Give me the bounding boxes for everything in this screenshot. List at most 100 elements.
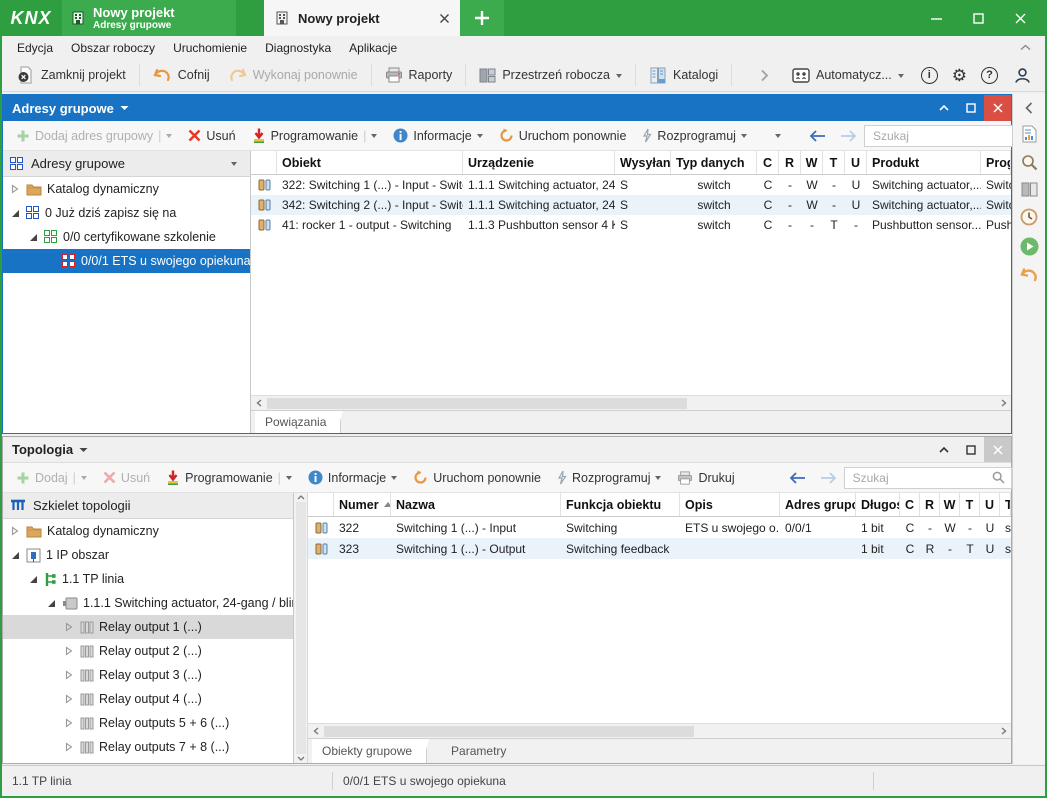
minimize-button[interactable]	[917, 3, 955, 33]
print-button[interactable]: Drukuj	[670, 466, 741, 490]
info-dropdown-button[interactable]: Informacje	[301, 466, 404, 490]
history-forward-button[interactable]	[834, 124, 862, 148]
collapse-ribbon-icon[interactable]	[1020, 44, 1031, 51]
col-t[interactable]: T	[823, 151, 845, 174]
new-tab-button[interactable]	[460, 0, 504, 36]
tree-item-relay-outputs-7-8[interactable]: Relay outputs 7 + 8 (...)	[3, 735, 293, 759]
col-dlugosc[interactable]: Długoś	[856, 493, 900, 516]
scrollbar-thumb[interactable]	[296, 502, 306, 754]
panel-collapse-button[interactable]	[930, 95, 957, 121]
active-workspace-tab[interactable]: Nowy projekt	[264, 0, 460, 36]
tree-item-switching-actuator[interactable]: 1.1.1 Switching actuator, 24-gang / blin…	[3, 591, 293, 615]
topology-panel-header[interactable]: Topologia	[3, 437, 1011, 463]
close-tab-icon[interactable]	[439, 13, 450, 24]
scroll-down-arrow[interactable]	[297, 756, 305, 761]
scroll-right-arrow[interactable]	[996, 724, 1011, 738]
tree-item-relay-outputs-9-10[interactable]: Relay outputs 9 + 10 (...)	[3, 759, 293, 763]
scroll-left-arrow[interactable]	[251, 396, 266, 410]
undo-curve-icon[interactable]	[1020, 267, 1039, 282]
tree-item-katalog-dynamiczny[interactable]: Katalog dynamiczny	[3, 519, 293, 543]
tree-item-tp-line[interactable]: 1.1 TP linia	[3, 567, 293, 591]
programming-button[interactable]: Programowanie |	[245, 124, 385, 148]
col-typ-danych[interactable]: Typ danych	[671, 151, 757, 174]
expand-sidebar-icon[interactable]	[1025, 102, 1033, 114]
col-opis[interactable]: Opis	[680, 493, 780, 516]
topology-tree-header[interactable]: Szkielet topologii	[3, 493, 293, 519]
expand-collapsed-icon[interactable]	[63, 718, 75, 728]
scroll-up-arrow[interactable]	[297, 495, 305, 500]
catalogs-button[interactable]: Katalogi	[640, 62, 727, 88]
tree-item-relay-output-3[interactable]: Relay output 3 (...)	[3, 663, 293, 687]
group-tree-header[interactable]: Adresy grupowe	[3, 151, 250, 177]
expand-collapsed-icon[interactable]	[9, 526, 21, 536]
col-c[interactable]: C	[757, 151, 779, 174]
tree-item-relay-output-4[interactable]: Relay output 4 (...)	[3, 687, 293, 711]
expand-collapsed-icon[interactable]	[63, 670, 75, 680]
col-t[interactable]: T	[960, 493, 980, 516]
col-u[interactable]: U	[980, 493, 1000, 516]
menu-diagnostyka[interactable]: Diagnostyka	[256, 41, 340, 55]
expand-collapsed-icon[interactable]	[63, 646, 75, 656]
col-program[interactable]: Progra	[981, 151, 1011, 174]
restart-button[interactable]: Uruchom ponownie	[406, 466, 548, 490]
col-w[interactable]: W	[940, 493, 960, 516]
maximize-button[interactable]	[959, 3, 997, 33]
col-nazwa[interactable]: Nazwa	[391, 493, 561, 516]
col-produkt[interactable]: Produkt	[867, 151, 981, 174]
add-group-address-button[interactable]: Dodaj adres grupowy |	[9, 124, 179, 148]
more-actions-dropdown[interactable]	[768, 124, 788, 148]
menu-obszar-roboczy[interactable]: Obszar roboczy	[62, 41, 164, 55]
expand-expanded-icon[interactable]	[45, 599, 57, 608]
reports-button[interactable]: Raporty	[376, 62, 462, 88]
expand-collapsed-icon[interactable]	[9, 184, 21, 194]
unload-button[interactable]: Rozprogramuj	[550, 466, 669, 490]
horizontal-scrollbar[interactable]	[251, 395, 1011, 410]
tree-item-middle-group[interactable]: 0/0 certyfikowane szkolenie	[3, 225, 250, 249]
tab-obiekty-grupowe[interactable]: Obiekty grupowe	[312, 739, 427, 763]
scroll-left-arrow[interactable]	[308, 724, 323, 738]
menu-uruchomienie[interactable]: Uruchomienie	[164, 41, 256, 55]
col-w[interactable]: W	[801, 151, 823, 174]
table-row[interactable]: 323 Switching 1 (...) - Output Switching…	[308, 538, 1011, 559]
panel-close-button[interactable]	[984, 95, 1011, 121]
programming-button[interactable]: Programowanie |	[159, 466, 299, 490]
tree-item-relay-output-1[interactable]: Relay output 1 (...)	[3, 615, 293, 639]
tree-vertical-scrollbar[interactable]	[294, 493, 308, 763]
tree-item-relay-output-2[interactable]: Relay output 2 (...)	[3, 639, 293, 663]
tree-item-relay-outputs-5-6[interactable]: Relay outputs 5 + 6 (...)	[3, 711, 293, 735]
report-chart-icon[interactable]	[1021, 125, 1038, 143]
topology-search-input[interactable]	[851, 470, 988, 486]
horizontal-scrollbar[interactable]	[308, 723, 1011, 738]
expand-expanded-icon[interactable]	[27, 575, 39, 584]
panel-maximize-button[interactable]	[957, 437, 984, 462]
menu-edycja[interactable]: Edycja	[8, 41, 62, 55]
bus-connection-button[interactable]: Automatycz...	[783, 62, 913, 88]
expand-collapsed-icon[interactable]	[63, 694, 75, 704]
workspace-button[interactable]: Przestrzeń robocza	[470, 62, 631, 88]
table-row[interactable]: 322 Switching 1 (...) - Input Switching …	[308, 517, 1011, 538]
table-row[interactable]: 41: rocker 1 - output - Switching 1.1.3 …	[251, 215, 1011, 235]
chevron-right-icon[interactable]	[760, 69, 769, 82]
redo-button[interactable]: Wykonaj ponownie	[219, 62, 367, 88]
undo-button[interactable]: Cofnij	[144, 62, 219, 88]
panel-close-button[interactable]	[984, 437, 1011, 462]
info-dropdown-button[interactable]: Informacje	[386, 124, 489, 148]
tree-item-main-group[interactable]: 0 Już dziś zapisz się na	[3, 201, 250, 225]
expand-expanded-icon[interactable]	[9, 209, 21, 218]
col-wysylany[interactable]: Wysyłany	[615, 151, 671, 174]
table-row[interactable]: 322: Switching 1 (...) - Input - Switchi…	[251, 175, 1011, 195]
scrollbar-thumb[interactable]	[267, 398, 687, 409]
unload-button[interactable]: Rozprogramuj	[635, 124, 754, 148]
menu-aplikacje[interactable]: Aplikacje	[340, 41, 406, 55]
close-button[interactable]	[1001, 3, 1039, 33]
close-project-button[interactable]: Zamknij projekt	[8, 62, 135, 88]
group-panel-header[interactable]: Adresy grupowe	[3, 95, 1011, 121]
tab-parametry[interactable]: Parametry	[441, 739, 520, 763]
col-c[interactable]: C	[900, 493, 920, 516]
restart-button[interactable]: Uruchom ponownie	[492, 124, 634, 148]
expand-collapsed-icon[interactable]	[63, 622, 75, 632]
clock-icon[interactable]	[1020, 208, 1038, 226]
tree-item-katalog-dynamiczny[interactable]: Katalog dynamiczny	[3, 177, 250, 201]
col-urzadzenie[interactable]: Urządzenie	[463, 151, 615, 174]
col-adres-grupowy[interactable]: Adres grupow	[780, 493, 856, 516]
